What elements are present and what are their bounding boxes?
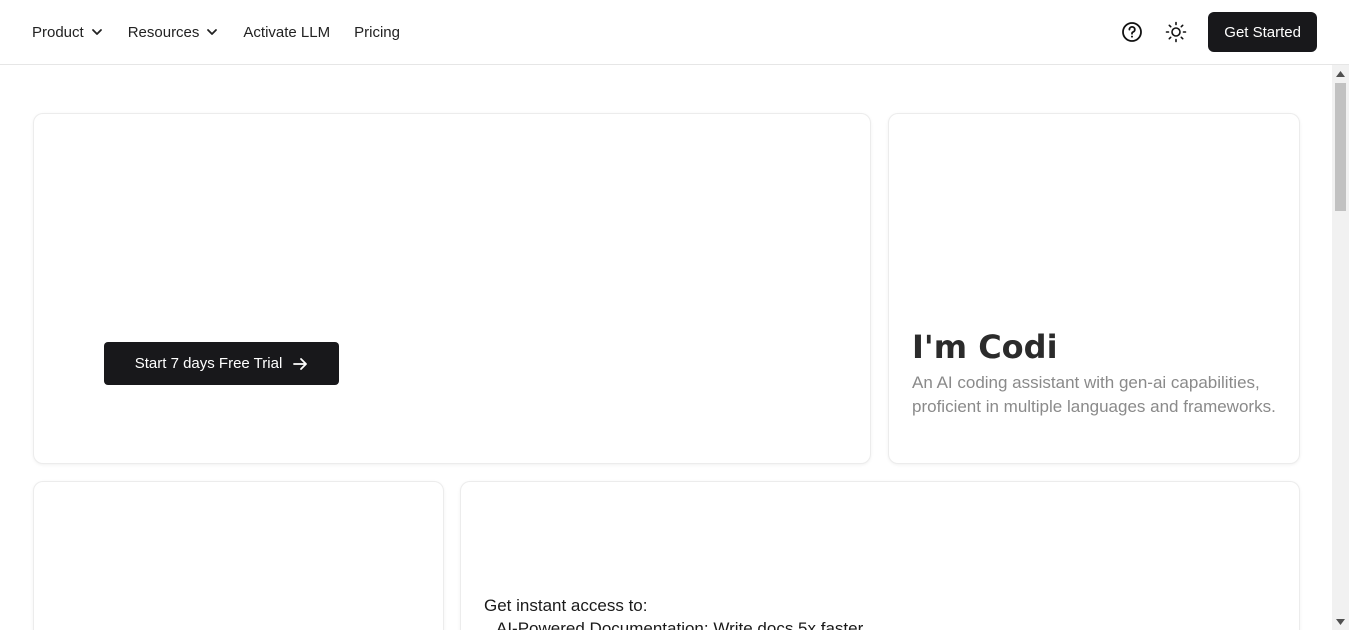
access-heading: Get instant access to: — [484, 596, 648, 615]
codi-title: I'm Codi — [912, 328, 1058, 366]
trial-button-label: Start 7 days Free Trial — [134, 355, 283, 372]
chevron-down-icon — [90, 25, 104, 39]
hero-card: Start 7 days Free Trial — [33, 113, 871, 464]
scroll-up-arrow-icon[interactable] — [1332, 65, 1349, 82]
nav-item-label: Activate LLM — [243, 23, 331, 41]
instant-access-card: Get instant access to: AI-Powered Docume… — [460, 481, 1300, 630]
codi-intro-card: I'm Codi An AI coding assistant with gen… — [888, 113, 1300, 464]
nav-item-product[interactable]: Product — [32, 24, 104, 41]
scroll-down-arrow-icon[interactable] — [1332, 613, 1349, 630]
nav-item-label: Pricing — [354, 23, 400, 41]
feature-card — [33, 481, 444, 630]
header-actions: Get Started — [1120, 12, 1317, 52]
main-nav: Product Resources Activate LLM Pricing — [32, 0, 424, 64]
start-free-trial-button[interactable]: Start 7 days Free Trial — [104, 342, 339, 385]
nav-item-resources[interactable]: Resources — [128, 24, 220, 41]
codi-description: An AI coding assistant with gen-ai capab… — [912, 373, 1276, 416]
nav-item-activate-llm[interactable]: Activate LLM — [243, 24, 330, 41]
nav-item-label: Product — [32, 23, 84, 41]
nav-item-pricing[interactable]: Pricing — [354, 24, 400, 41]
nav-item-label: Resources — [127, 23, 200, 41]
get-started-button[interactable]: Get Started — [1208, 12, 1317, 52]
access-list-item: AI-Powered Documentation: Write docs 5x … — [496, 619, 864, 630]
page: Product Resources Activate LLM Pricing G… — [0, 0, 1366, 630]
top-navbar: Product Resources Activate LLM Pricing G… — [0, 0, 1349, 65]
scrollbar-thumb[interactable] — [1335, 83, 1346, 211]
vertical-scrollbar[interactable] — [1332, 65, 1349, 630]
arrow-right-icon — [292, 356, 308, 372]
sun-icon[interactable] — [1164, 20, 1188, 44]
help-circle-icon[interactable] — [1120, 20, 1144, 44]
chevron-down-icon — [205, 25, 219, 39]
